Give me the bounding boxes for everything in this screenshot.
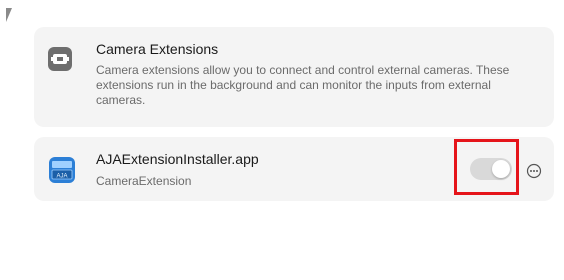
extension-enable-toggle[interactable] <box>470 158 512 180</box>
camera-extensions-title: Camera Extensions <box>96 41 219 57</box>
app-extension-row: AJA AJAExtensionInstaller.app CameraExte… <box>34 137 554 201</box>
camera-extensions-description: Camera extensions allow you to connect a… <box>96 63 510 107</box>
camera-extensions-info-card: Camera Extensions Camera extensions allo… <box>34 27 554 127</box>
window-corner-decoration <box>6 8 12 22</box>
toggle-knob <box>492 160 510 178</box>
app-name: AJAExtensionInstaller.app <box>96 151 259 167</box>
svg-text:AJA: AJA <box>56 174 67 180</box>
camera-extension-icon <box>48 47 72 71</box>
ellipsis-circle-icon[interactable] <box>526 163 542 179</box>
app-subtitle: CameraExtension <box>96 174 192 188</box>
aja-app-icon: AJA <box>48 156 76 184</box>
